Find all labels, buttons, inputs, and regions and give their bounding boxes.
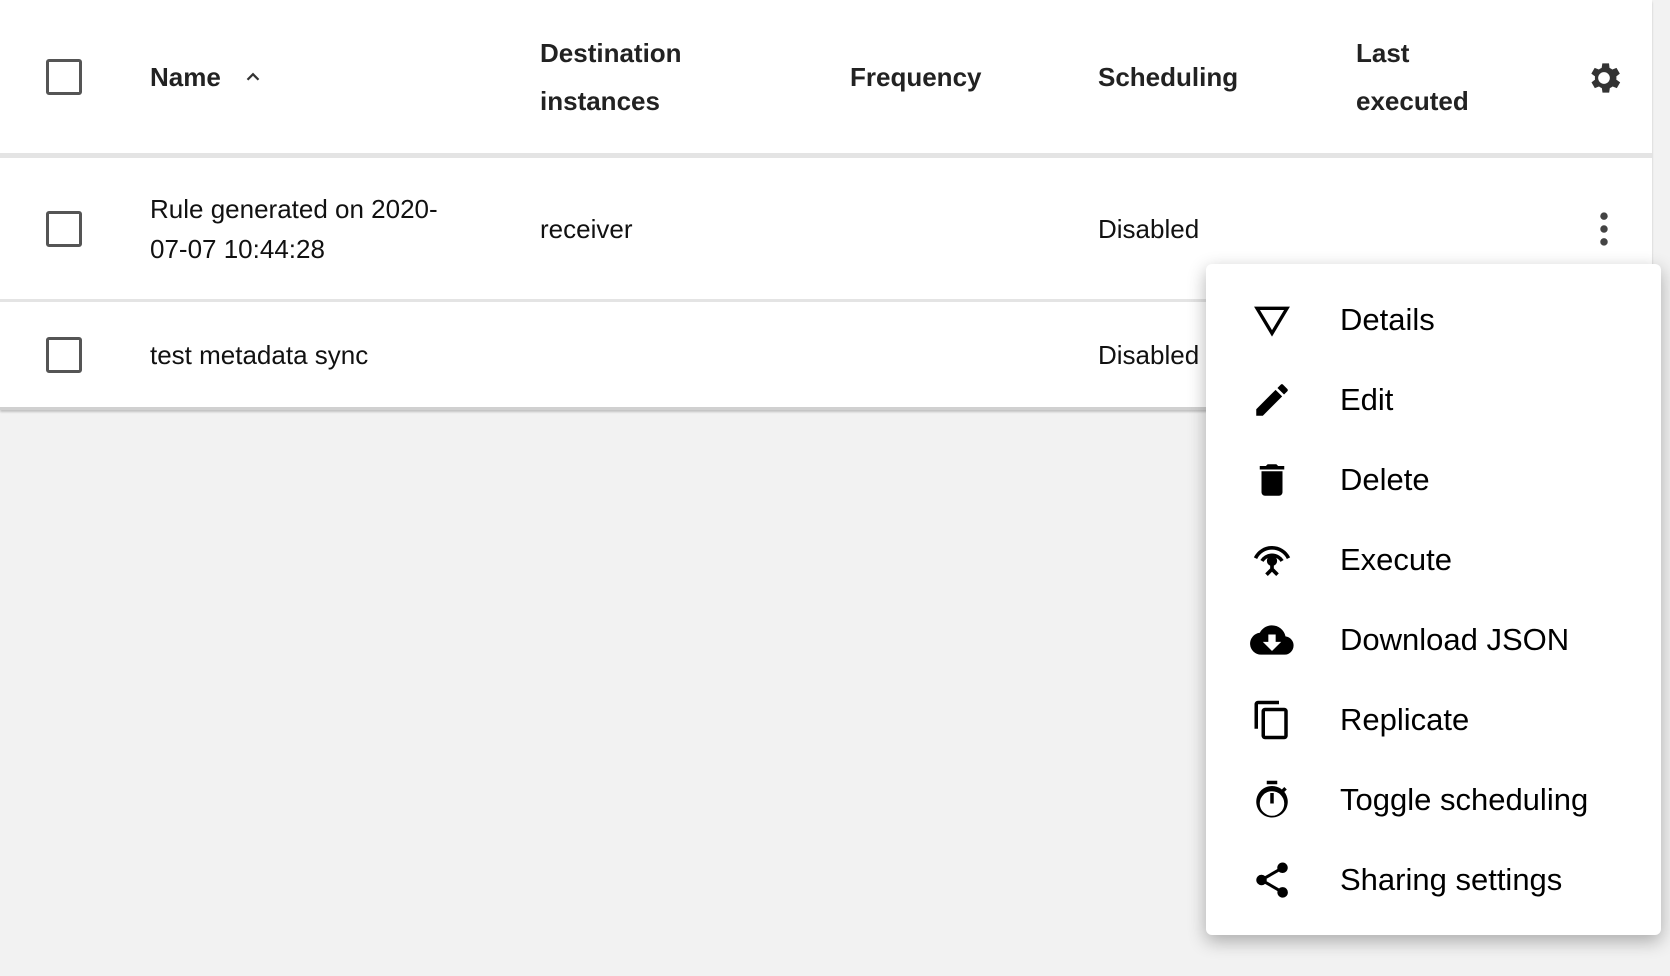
menu-item-label: Delete — [1340, 462, 1430, 497]
broadcast-icon — [1250, 538, 1294, 582]
header-frequency[interactable]: Frequency — [850, 53, 982, 101]
menu-item-edit[interactable]: Edit — [1206, 360, 1661, 440]
menu-item-sharing-settings[interactable]: Sharing settings — [1206, 840, 1661, 920]
cell-name: Rule generated on 2020-07-07 10:44:28 — [150, 193, 438, 264]
menu-item-label: Sharing settings — [1340, 862, 1563, 897]
header-name[interactable]: Name — [150, 53, 264, 101]
menu-item-replicate[interactable]: Replicate — [1206, 680, 1661, 760]
menu-item-delete[interactable]: Delete — [1206, 440, 1661, 520]
menu-item-label: Toggle scheduling — [1340, 782, 1589, 817]
more-vert-icon[interactable] — [1590, 209, 1618, 249]
trash-icon — [1250, 458, 1294, 502]
menu-item-label: Replicate — [1340, 702, 1470, 737]
details-triangle-icon — [1250, 298, 1294, 342]
cloud-download-icon — [1250, 618, 1294, 662]
header-last-executed[interactable]: Last executed — [1356, 29, 1486, 125]
cell-scheduling: Disabled — [1098, 339, 1200, 370]
sort-ascending-icon — [246, 72, 260, 81]
menu-item-execute[interactable]: Execute — [1206, 520, 1661, 600]
header-name-label: Name — [150, 61, 221, 92]
table-header: Name Destination instances Frequency Sch… — [0, 0, 1652, 158]
menu-item-label: Download JSON — [1340, 622, 1570, 657]
copy-icon — [1250, 698, 1294, 742]
menu-item-label: Details — [1340, 302, 1435, 337]
row-context-menu: Details Edit Delete Execute Download JSO… — [1206, 264, 1661, 935]
gear-icon[interactable] — [1584, 58, 1624, 98]
pencil-icon — [1250, 378, 1294, 422]
cell-scheduling: Disabled — [1098, 213, 1200, 244]
menu-item-label: Execute — [1340, 542, 1453, 577]
select-all-checkbox[interactable] — [46, 58, 82, 95]
share-icon — [1250, 858, 1294, 902]
header-destination[interactable]: Destination instances — [540, 29, 720, 125]
timer-icon — [1250, 778, 1294, 822]
cell-name: test metadata sync — [150, 339, 369, 370]
menu-item-label: Edit — [1340, 382, 1394, 417]
menu-item-toggle-scheduling[interactable]: Toggle scheduling — [1206, 760, 1661, 840]
menu-item-details[interactable]: Details — [1206, 280, 1661, 360]
row-checkbox[interactable] — [46, 336, 82, 373]
header-scheduling[interactable]: Scheduling — [1098, 53, 1238, 101]
menu-item-download-json[interactable]: Download JSON — [1206, 600, 1661, 680]
cell-destination: receiver — [540, 213, 633, 244]
row-checkbox[interactable] — [46, 210, 82, 247]
